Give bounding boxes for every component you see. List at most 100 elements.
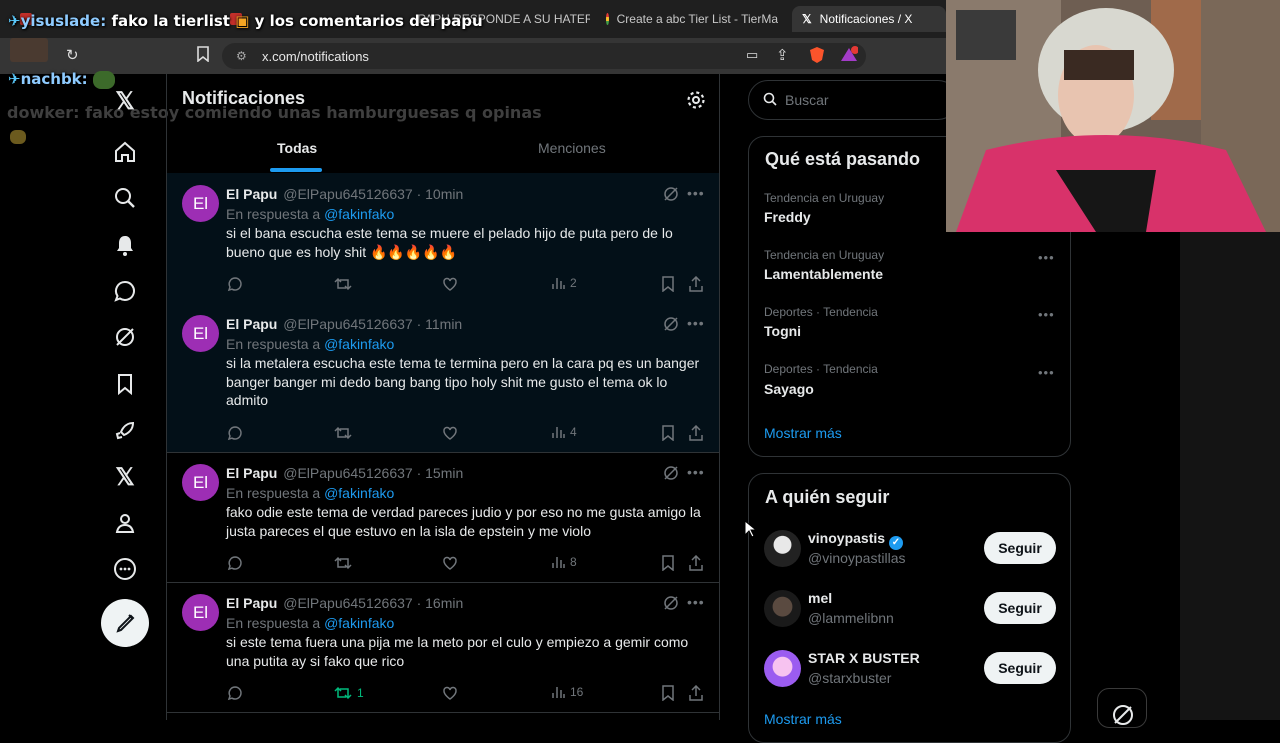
share-button[interactable]: [688, 685, 704, 701]
mention-link[interactable]: @fakinfako: [324, 485, 394, 501]
profile-icon[interactable]: [110, 508, 140, 538]
brave-shield-icon[interactable]: [809, 46, 825, 64]
reply-button[interactable]: [227, 685, 243, 701]
mention-link[interactable]: @fakinfako: [324, 615, 394, 631]
grok-icon[interactable]: [663, 316, 679, 332]
heart-icon: [443, 426, 457, 440]
reply-context: En respuesta a @fakinfako: [226, 615, 394, 631]
message-icon[interactable]: [110, 276, 140, 306]
avatar[interactable]: El: [182, 464, 219, 501]
more-dots-icon[interactable]: •••: [687, 185, 705, 201]
browser-tab-active[interactable]: 𝕏 Notificaciones / X: [792, 6, 946, 32]
trend-name[interactable]: Sayago: [764, 381, 814, 397]
author-name[interactable]: El Papu: [226, 316, 277, 332]
bookmark-button[interactable]: [661, 685, 675, 701]
share-icon[interactable]: ⇪: [776, 46, 789, 64]
avatar[interactable]: El: [182, 594, 219, 631]
rocket-icon[interactable]: [110, 416, 140, 446]
bookmark-button[interactable]: [661, 425, 675, 441]
grok-float-button[interactable]: [1097, 688, 1147, 728]
author-name[interactable]: El Papu: [226, 186, 277, 202]
author-name[interactable]: El Papu: [226, 595, 277, 611]
more-dots-icon[interactable]: •••: [687, 315, 705, 331]
chat-message: fako la tierlist: [111, 12, 230, 30]
more-dots-icon[interactable]: •••: [687, 594, 705, 610]
share-button[interactable]: [688, 555, 704, 571]
notification-item[interactable]: El El Papu @ElPapu645126637 · 11min ••• En …: [167, 303, 719, 452]
follow-button[interactable]: Seguir: [984, 652, 1056, 684]
settings-gear-icon[interactable]: [686, 90, 706, 115]
avatar[interactable]: El: [182, 185, 219, 222]
more-dots-icon[interactable]: •••: [687, 464, 705, 480]
follow-name[interactable]: STAR X BUSTER: [808, 650, 920, 666]
mention-link[interactable]: @fakinfako: [324, 336, 394, 352]
search-icon[interactable]: [110, 183, 140, 213]
bell-icon[interactable]: [110, 230, 140, 260]
share-button[interactable]: [688, 276, 704, 292]
notification-item[interactable]: El El Papu @ElPapu645126637 · 15min ••• En …: [167, 452, 719, 582]
reply-button[interactable]: [227, 276, 243, 292]
views-button[interactable]: 8: [551, 555, 577, 569]
bookmark-button[interactable]: [661, 555, 675, 571]
show-more-link[interactable]: Mostrar más: [764, 711, 842, 727]
author-name[interactable]: El Papu: [226, 465, 277, 481]
notification-item[interactable]: El El Papu @ElPapu645126637 · 10min ••• En …: [167, 173, 719, 303]
grok-icon[interactable]: [110, 322, 140, 352]
search-input[interactable]: Buscar: [748, 80, 958, 120]
trend-name[interactable]: Togni: [764, 323, 801, 339]
brave-rewards-icon[interactable]: [840, 46, 859, 62]
mention-link[interactable]: @fakinfako: [324, 206, 394, 222]
browser-tab[interactable]: Create a abc Tier List - TierMa: [606, 6, 778, 32]
x-premium-icon[interactable]: 𝕏: [110, 462, 140, 492]
avatar[interactable]: [764, 650, 801, 687]
avatar[interactable]: [764, 530, 801, 567]
repost-button[interactable]: [334, 276, 357, 292]
bookmark-page-icon[interactable]: [196, 46, 210, 63]
grok-icon[interactable]: [663, 186, 679, 202]
more-dots-icon[interactable]: •••: [1038, 250, 1055, 265]
tab-menciones[interactable]: Menciones: [538, 140, 606, 156]
like-button[interactable]: [442, 425, 458, 441]
reload-icon[interactable]: ↻: [66, 46, 79, 64]
more-dots-icon[interactable]: •••: [1038, 307, 1055, 322]
address-bar[interactable]: ⚙ x.com/notifications: [222, 43, 866, 69]
trend-name[interactable]: Lamentablemente: [764, 266, 883, 282]
x-logo-icon[interactable]: 𝕏: [110, 86, 140, 116]
views-button[interactable]: 16: [551, 685, 583, 699]
follow-name[interactable]: mel: [808, 590, 832, 606]
more-dots-icon[interactable]: •••: [1038, 365, 1055, 380]
follow-button[interactable]: Seguir: [984, 532, 1056, 564]
repost-button[interactable]: [334, 555, 357, 571]
follow-name[interactable]: vinoypastis ✓: [808, 530, 903, 550]
trend-name[interactable]: Freddy: [764, 209, 811, 225]
grok-icon[interactable]: [663, 595, 679, 611]
like-button[interactable]: [442, 276, 458, 292]
follow-button[interactable]: Seguir: [984, 592, 1056, 624]
more-icon[interactable]: [110, 554, 140, 584]
grok-icon[interactable]: [663, 465, 679, 481]
views-button[interactable]: 2: [551, 276, 577, 290]
share-button[interactable]: [688, 425, 704, 441]
follow-name-text: vinoypastis: [808, 530, 886, 546]
compose-button[interactable]: [101, 599, 149, 647]
show-more-link[interactable]: Mostrar más: [764, 425, 842, 441]
views-icon: [552, 687, 565, 698]
reply-button[interactable]: [227, 555, 243, 571]
chat-message: y los comentarios del papu: [254, 12, 483, 30]
avatar[interactable]: El: [182, 315, 219, 352]
site-settings-icon[interactable]: ⚙: [236, 49, 250, 63]
notification-item[interactable]: El El Papu @ElPapu645126637 · 16min ••• En …: [167, 582, 719, 712]
like-button[interactable]: [442, 555, 458, 571]
bookmark-button[interactable]: [661, 276, 675, 292]
reply-button[interactable]: [227, 425, 243, 441]
tab-todas[interactable]: Todas: [277, 140, 317, 156]
repost-button[interactable]: 1: [334, 685, 364, 701]
webcam-overlay: [946, 0, 1280, 232]
repost-button[interactable]: [334, 425, 357, 441]
bookmark-icon[interactable]: [110, 369, 140, 399]
home-icon[interactable]: [110, 137, 140, 167]
avatar[interactable]: [764, 590, 801, 627]
like-button[interactable]: [442, 685, 458, 701]
install-app-icon[interactable]: ▭: [746, 47, 758, 63]
views-button[interactable]: 4: [551, 425, 577, 439]
